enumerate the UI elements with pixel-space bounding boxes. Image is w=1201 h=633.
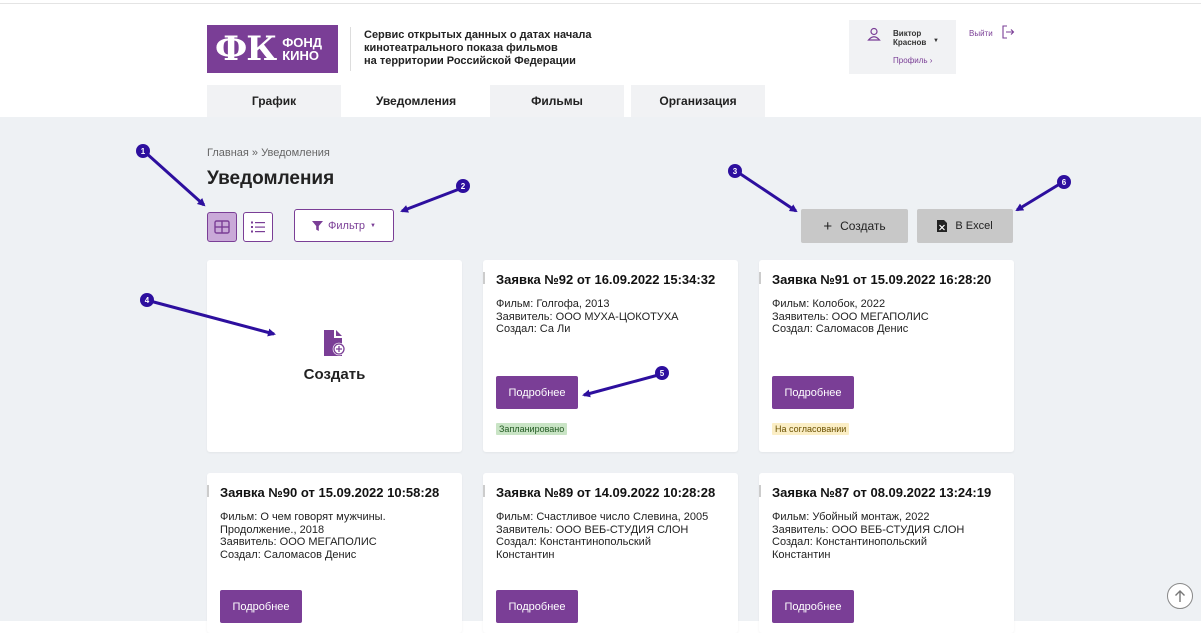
list-view-button[interactable] <box>243 212 273 242</box>
notification-card: Заявка №90 от 15.09.2022 10:58:28 Фильм:… <box>207 473 462 633</box>
logo-divider <box>350 27 351 71</box>
service-line: Сервис открытых данных о датах начала <box>364 29 592 41</box>
tab-films[interactable]: Фильмы <box>490 85 624 117</box>
notification-card: Заявка №87 от 08.09.2022 13:24:19 Фильм:… <box>759 473 1014 633</box>
user-menu[interactable]: Виктор Краснов ▼ Профиль › <box>849 20 956 74</box>
card-marker <box>483 272 485 284</box>
card-film: Фильм: О чем говорят мужчины. <box>220 511 386 523</box>
card-title: Заявка №89 от 14.09.2022 10:28:28 <box>496 485 716 500</box>
arrow-up-icon <box>1175 590 1185 602</box>
create-button[interactable]: + Создать <box>801 209 908 243</box>
notification-card: Заявка №91 от 15.09.2022 16:28:20 Фильм:… <box>759 260 1014 452</box>
card-details: Фильм: Счастливое число Слевина, 2005 За… <box>496 511 731 561</box>
notification-card: Заявка №89 от 14.09.2022 10:28:28 Фильм:… <box>483 473 738 633</box>
card-marker <box>483 485 485 497</box>
file-add-icon <box>323 329 345 356</box>
card-details: Фильм: О чем говорят мужчины. Продолжени… <box>220 511 455 561</box>
excel-file-icon <box>937 220 948 232</box>
excel-label: В Excel <box>955 220 993 232</box>
create-card-label: Создать <box>303 365 366 383</box>
card-marker <box>207 485 209 497</box>
details-button[interactable]: Подробнее <box>772 376 854 409</box>
card-author: Создал: Саломасов Денис <box>772 323 909 335</box>
logout-icon[interactable] <box>1001 25 1015 39</box>
export-excel-button[interactable]: В Excel <box>917 209 1013 243</box>
list-icon <box>251 221 265 233</box>
card-details: Фильм: Колобок, 2022 Заявитель: ООО МЕГА… <box>772 298 1007 336</box>
card-author: Создал: Константинопольский <box>772 536 927 548</box>
filter-label: Фильтр <box>328 219 365 232</box>
chevron-down-icon: ▼ <box>933 38 939 44</box>
details-button[interactable]: Подробнее <box>496 376 578 409</box>
card-film: Фильм: Колобок, 2022 <box>772 298 886 310</box>
user-name: Виктор Краснов <box>893 29 926 47</box>
card-film: Фильм: Голгофа, 2013 <box>496 298 610 310</box>
filter-icon <box>312 220 324 231</box>
page-title: Уведомления <box>207 168 335 189</box>
tab-schedule[interactable]: График <box>207 85 341 117</box>
card-film-cont: Продолжение., 2018 <box>220 523 325 536</box>
service-line: на территории Российской Федерации <box>364 55 576 67</box>
user-icon <box>867 27 881 41</box>
details-button[interactable]: Подробнее <box>496 590 578 623</box>
create-label: Создать <box>840 219 886 233</box>
filter-button[interactable]: Фильтр ▼ <box>294 209 394 242</box>
logo-word-kino: КИНО <box>282 48 319 63</box>
card-film: Фильм: Убойный монтаж, 2022 <box>772 511 930 523</box>
grid-view-button[interactable] <box>207 212 237 242</box>
fond-kino-logo[interactable]: ФК ФОНД КИНО <box>207 25 338 73</box>
tab-organization[interactable]: Организация <box>631 85 765 117</box>
card-author-cont: Константин <box>772 548 831 561</box>
card-details: Фильм: Голгофа, 2013 Заявитель: ООО МУХА… <box>496 298 731 336</box>
scroll-to-top-button[interactable] <box>1167 583 1193 609</box>
status-badge: На согласовании <box>772 423 850 435</box>
top-border <box>0 0 1201 4</box>
card-author: Создал: Саломасов Денис <box>220 548 357 561</box>
create-card[interactable]: Создать <box>207 260 462 452</box>
main-content: Главная » Уведомления Уведомления Фильтр… <box>0 117 1201 633</box>
card-applicant: Заявитель: ООО МЕГАПОЛИС <box>772 310 929 323</box>
notification-card: Заявка №92 от 16.09.2022 15:34:32 Фильм:… <box>483 260 738 452</box>
profile-link[interactable]: Профиль › <box>893 56 932 65</box>
card-details: Фильм: Убойный монтаж, 2022 Заявитель: О… <box>772 511 1007 561</box>
card-title: Заявка №91 от 15.09.2022 16:28:20 <box>772 272 992 287</box>
card-title: Заявка №92 от 16.09.2022 15:34:32 <box>496 272 716 287</box>
logo-monogram: ФК <box>215 29 277 69</box>
card-applicant: Заявитель: ООО МУХА-ЦОКОТУХА <box>496 310 679 323</box>
plus-icon: + <box>823 217 833 235</box>
logo-words: ФОНД КИНО <box>282 36 322 62</box>
logout-link[interactable]: Выйти <box>969 29 993 38</box>
tab-notifications[interactable]: Уведомления <box>349 85 483 117</box>
card-author: Создал: Константинопольский <box>496 536 651 548</box>
grid-icon <box>214 220 230 234</box>
site-header: ФК ФОНД КИНО Сервис открытых данных о да… <box>0 0 1201 117</box>
card-author: Создал: Са Ли <box>496 323 571 335</box>
card-applicant: Заявитель: ООО ВЕБ-СТУДИЯ СЛОН <box>772 523 965 536</box>
service-line: кинотеатрального показа фильмов <box>364 42 558 54</box>
user-first-name: Виктор <box>893 29 922 38</box>
details-button[interactable]: Подробнее <box>772 590 854 623</box>
card-film: Фильм: Счастливое число Слевина, 2005 <box>496 511 709 523</box>
service-description: Сервис открытых данных о датах начала ки… <box>364 29 592 68</box>
card-applicant: Заявитель: ООО ВЕБ-СТУДИЯ СЛОН <box>496 523 689 536</box>
card-title: Заявка №90 от 15.09.2022 10:58:28 <box>220 485 440 500</box>
details-button[interactable]: Подробнее <box>220 590 302 623</box>
user-last-name: Краснов <box>893 38 927 47</box>
card-title: Заявка №87 от 08.09.2022 13:24:19 <box>772 485 992 500</box>
status-badge: Запланировано <box>496 423 568 435</box>
card-applicant: Заявитель: ООО МЕГАПОЛИС <box>220 536 377 548</box>
card-marker <box>759 485 761 497</box>
chevron-down-icon: ▼ <box>370 222 376 229</box>
breadcrumb[interactable]: Главная » Уведомления <box>207 147 330 159</box>
card-author-cont: Константин <box>496 548 555 561</box>
card-marker <box>759 272 761 284</box>
